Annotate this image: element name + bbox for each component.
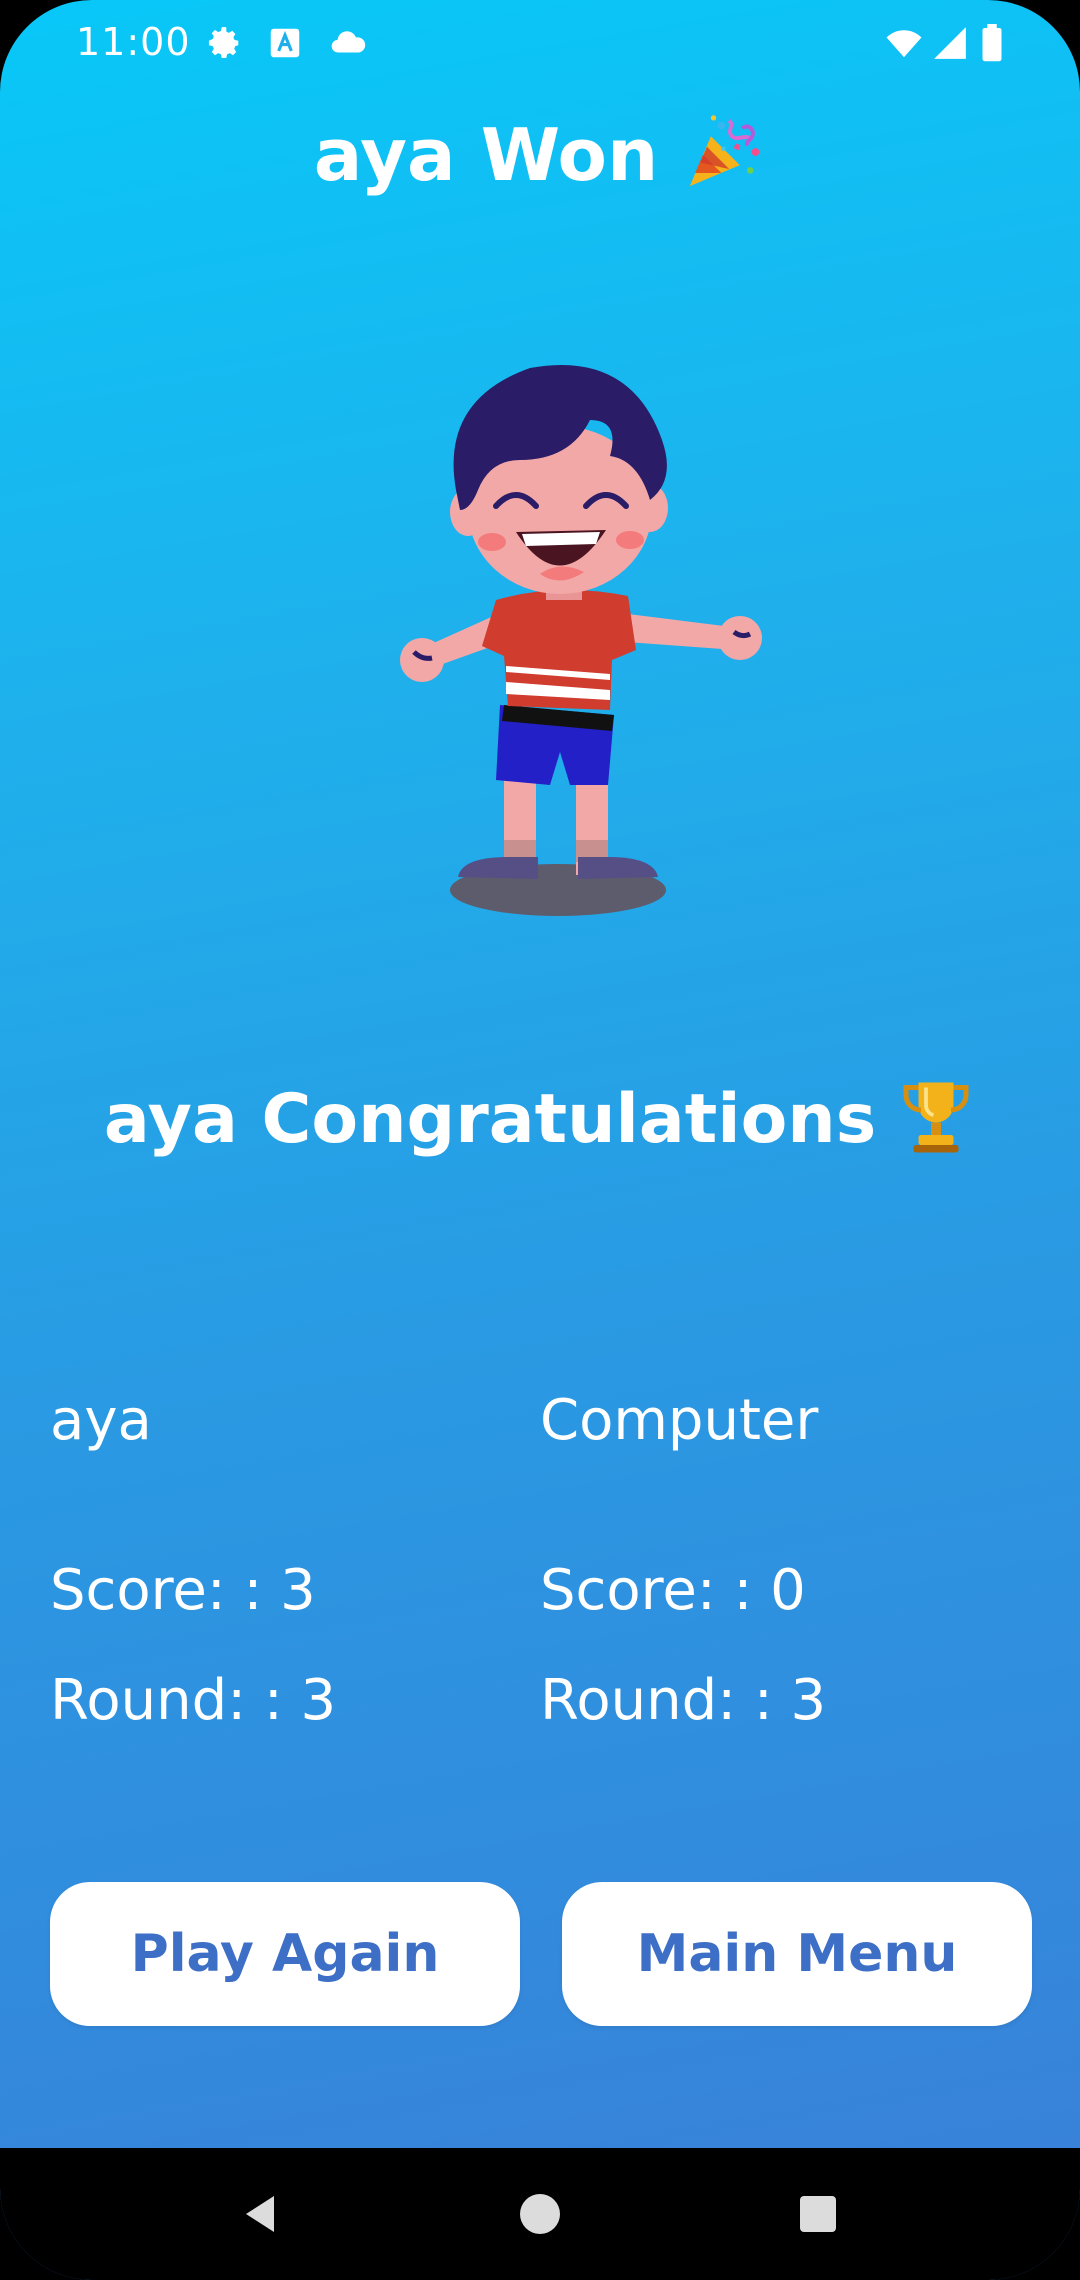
- play-again-label: Play Again: [130, 1924, 440, 1984]
- main-menu-button[interactable]: Main Menu: [562, 1882, 1032, 2026]
- player-round: Round: : 3: [50, 1668, 337, 1733]
- wifi-icon: [886, 30, 922, 58]
- game-over-screen: 11:00 aya Won aya Congratulations aya Sc…: [0, 0, 1080, 2280]
- back-icon[interactable]: [236, 2190, 284, 2238]
- gear-icon: [208, 27, 239, 59]
- title-text: aya Won: [313, 113, 659, 198]
- player-round: Round: : 3: [540, 1668, 827, 1733]
- player-stats-aya: aya Score: : 3 Round: : 3: [50, 1388, 530, 1748]
- cloud-icon: [331, 31, 366, 53]
- play-again-button[interactable]: Play Again: [50, 1882, 520, 2026]
- status-bar: 11:00: [0, 0, 1080, 86]
- recents-icon[interactable]: [794, 2190, 842, 2238]
- happy-boy-icon: [400, 365, 762, 916]
- trophy-icon: [896, 1075, 976, 1172]
- party-popper-icon: [682, 110, 766, 211]
- congratulations-label: aya Congratulations: [103, 1080, 877, 1160]
- main-menu-label: Main Menu: [636, 1924, 958, 1984]
- player-name: aya: [50, 1388, 152, 1453]
- signal-icon: [934, 27, 966, 59]
- player-stats-computer: Computer Score: : 0 Round: : 3: [540, 1388, 1020, 1748]
- page-title: aya Won: [0, 110, 1080, 211]
- text-a-icon: [270, 28, 300, 58]
- player-name: Computer: [540, 1388, 819, 1453]
- home-icon[interactable]: [516, 2190, 564, 2238]
- battery-icon: [982, 24, 1002, 62]
- status-time: 11:00: [76, 20, 191, 64]
- navigation-bar: [0, 2148, 1080, 2280]
- player-score: Score: : 3: [50, 1558, 316, 1623]
- congratulations-text: aya Congratulations: [0, 1075, 1080, 1172]
- player-score: Score: : 0: [540, 1558, 806, 1623]
